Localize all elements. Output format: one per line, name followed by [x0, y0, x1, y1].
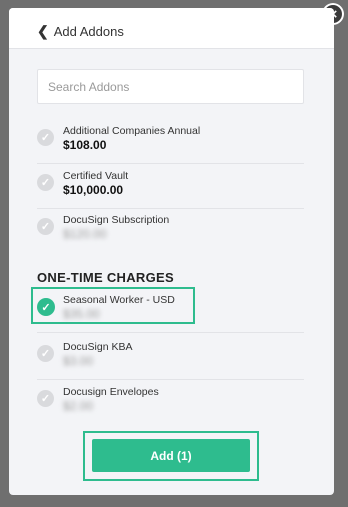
- check-icon[interactable]: ✓: [37, 129, 54, 146]
- addon-item-certified-vault[interactable]: ✓ Certified Vault $10,000.00: [37, 164, 304, 209]
- addon-item-docusign-envelopes[interactable]: ✓ Docusign Envelopes $2.00: [37, 380, 304, 425]
- section-title-one-time: ONE-TIME CHARGES: [37, 270, 174, 285]
- addon-item-additional-companies[interactable]: ✓ Additional Companies Annual $108.00: [37, 119, 304, 164]
- chevron-left-icon: ❮: [37, 23, 49, 39]
- check-icon[interactable]: ✓: [37, 345, 54, 362]
- search-input[interactable]: [37, 69, 304, 104]
- addon-name: Additional Companies Annual: [63, 125, 201, 137]
- back-button[interactable]: ❮ Add Addons: [37, 23, 124, 40]
- modal-header: ❮ Add Addons: [9, 8, 334, 49]
- addon-name: DocuSign KBA: [63, 341, 133, 353]
- addon-name: Certified Vault: [63, 170, 129, 182]
- addon-price: $10,000.00: [63, 183, 124, 197]
- add-button-highlight: Add (1): [83, 431, 259, 481]
- addon-name: DocuSign Subscription: [63, 214, 170, 226]
- addon-name: Seasonal Worker - USD: [63, 294, 175, 306]
- check-icon[interactable]: ✓: [37, 174, 54, 191]
- addon-name: Docusign Envelopes: [63, 386, 159, 398]
- addon-item-docusign-subscription[interactable]: ✓ DocuSign Subscription $120.00: [37, 208, 304, 253]
- addon-item-seasonal-worker[interactable]: ✓ Seasonal Worker - USD $35.00: [37, 288, 304, 333]
- check-icon[interactable]: ✓: [37, 218, 54, 235]
- addon-price: $35.00: [63, 307, 100, 321]
- addon-price: $108.00: [63, 138, 107, 152]
- addon-price: $120.00: [63, 227, 107, 241]
- add-button[interactable]: Add (1): [92, 439, 250, 472]
- check-icon[interactable]: ✓: [37, 390, 54, 407]
- add-addons-modal: ❮ Add Addons ✓ Additional Companies Annu…: [9, 8, 334, 495]
- check-icon[interactable]: ✓: [37, 298, 55, 316]
- addon-price: $2.00: [63, 399, 94, 413]
- addon-item-docusign-kba[interactable]: ✓ DocuSign KBA $3.00: [37, 335, 304, 380]
- back-label: Add Addons: [53, 24, 124, 39]
- addon-price: $3.00: [63, 354, 94, 368]
